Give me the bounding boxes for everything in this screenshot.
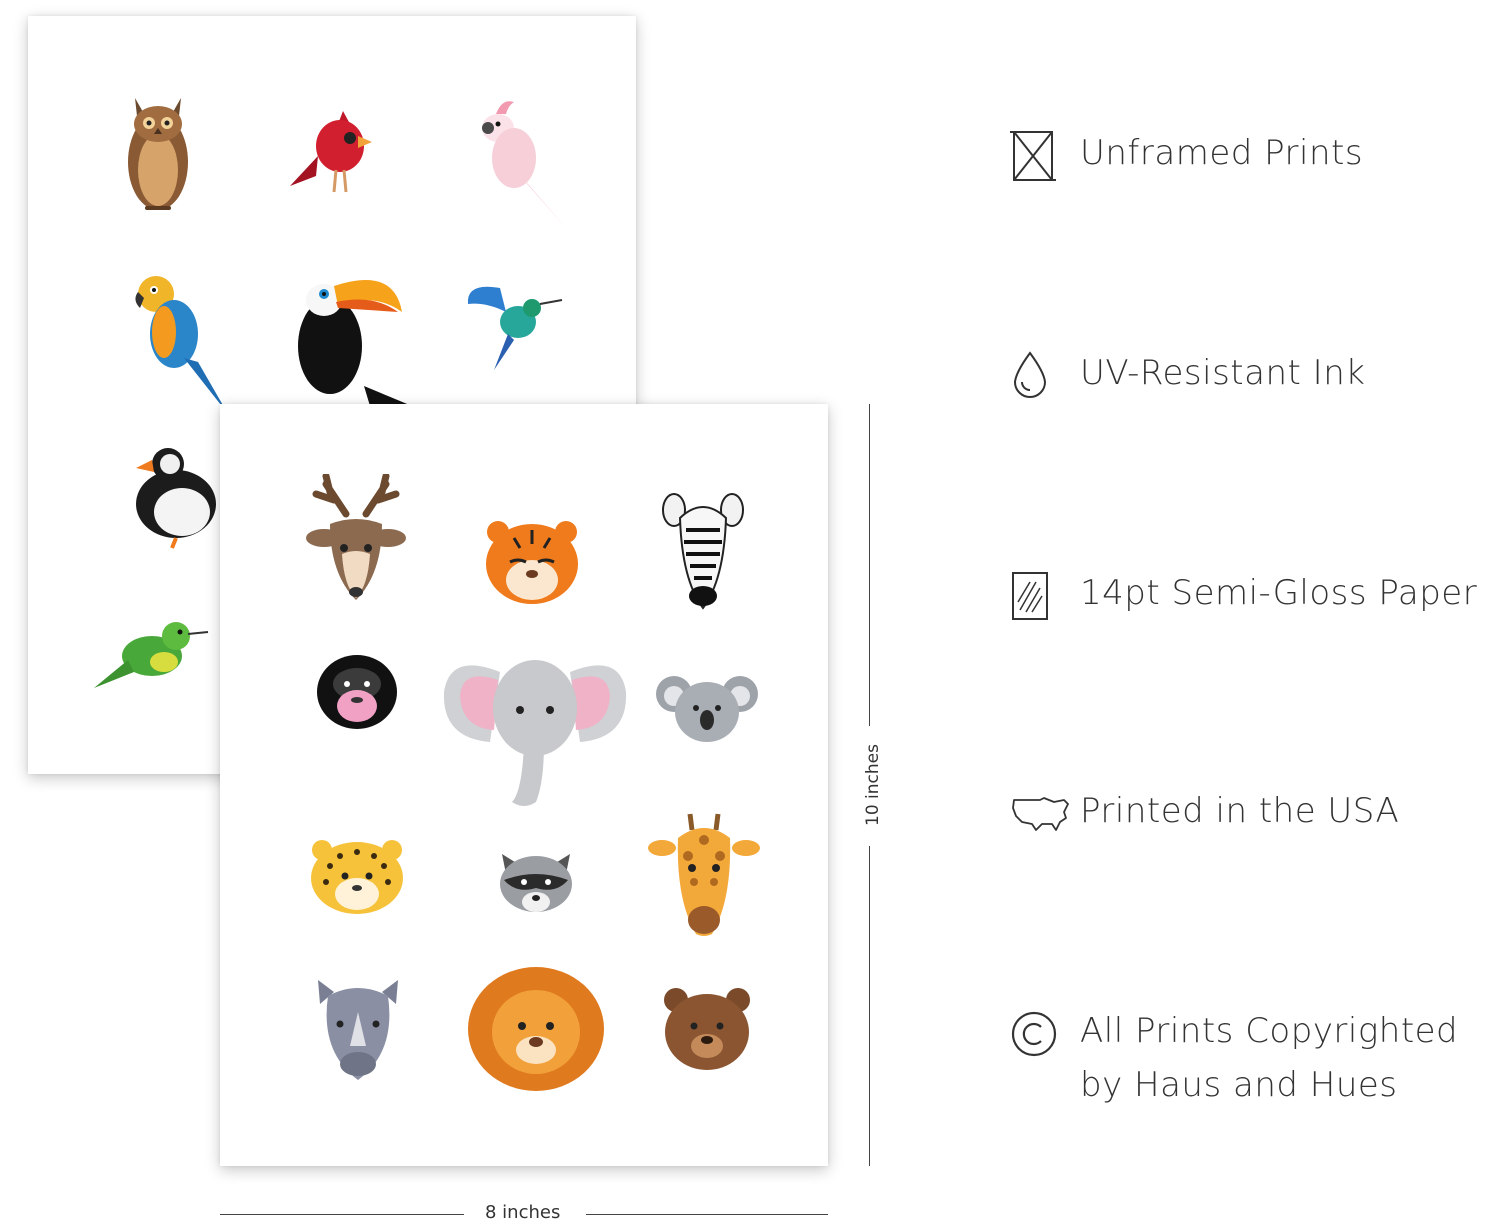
puffin-illustration xyxy=(136,448,216,549)
paper-icon xyxy=(1010,566,1080,626)
elephant-illustration xyxy=(443,660,627,806)
bear-illustration xyxy=(664,988,750,1070)
green-bird-illustration xyxy=(94,622,209,688)
cardinal-illustration xyxy=(290,111,372,193)
height-dimension-label: 10 inches xyxy=(863,744,883,826)
feature-text: 14pt Semi-Gloss Paper xyxy=(1080,573,1478,613)
koala-illustration xyxy=(656,676,758,742)
lion-illustration xyxy=(468,967,604,1091)
giraffe-illustration xyxy=(648,813,760,936)
feature-text: UV-Resistant Ink xyxy=(1080,353,1366,393)
feature-unframed: Unframed Prints xyxy=(1010,126,1480,186)
feature-paper: 14pt Semi-Gloss Paper xyxy=(1010,566,1480,626)
feature-uv-ink: UV-Resistant Ink xyxy=(1010,346,1480,406)
zebra-illustration xyxy=(662,493,744,610)
width-dimension-label: 8 inches xyxy=(485,1202,561,1223)
gorilla-illustration xyxy=(317,655,397,729)
hummingbird-illustration xyxy=(467,286,563,370)
cockatoo-illustration xyxy=(482,101,566,228)
leopard-illustration xyxy=(311,840,403,914)
feature-text: Printed in the USA xyxy=(1080,791,1400,831)
copyright-line-2: by Haus and Hues xyxy=(1080,1065,1398,1105)
macaw-illustration xyxy=(135,276,228,414)
animal-print xyxy=(220,404,828,1166)
rhino-illustration xyxy=(318,980,398,1080)
raccoon-illustration xyxy=(500,854,572,912)
feature-copyright: All Prints Copyrighted by Haus and Hues xyxy=(1010,1004,1480,1112)
usa-map-icon xyxy=(1010,784,1080,844)
tiger-illustration xyxy=(486,521,578,604)
height-dimension-line-bottom xyxy=(869,846,870,1166)
deer-illustration xyxy=(306,474,406,600)
width-dimension-line-right xyxy=(586,1214,828,1215)
unframed-icon xyxy=(1010,126,1080,186)
owl-illustration xyxy=(128,98,188,210)
ink-drop-icon xyxy=(1010,346,1080,406)
width-dimension-line-left xyxy=(220,1214,464,1215)
feature-usa: Printed in the USA xyxy=(1010,784,1480,844)
height-dimension-line-top xyxy=(869,404,870,726)
copyright-line-1: All Prints Copyrighted xyxy=(1080,1011,1459,1051)
toucan-illustration xyxy=(298,279,412,406)
copyright-icon xyxy=(1010,1004,1080,1064)
feature-text: All Prints Copyrighted by Haus and Hues xyxy=(1080,1004,1480,1112)
feature-text: Unframed Prints xyxy=(1080,133,1364,173)
